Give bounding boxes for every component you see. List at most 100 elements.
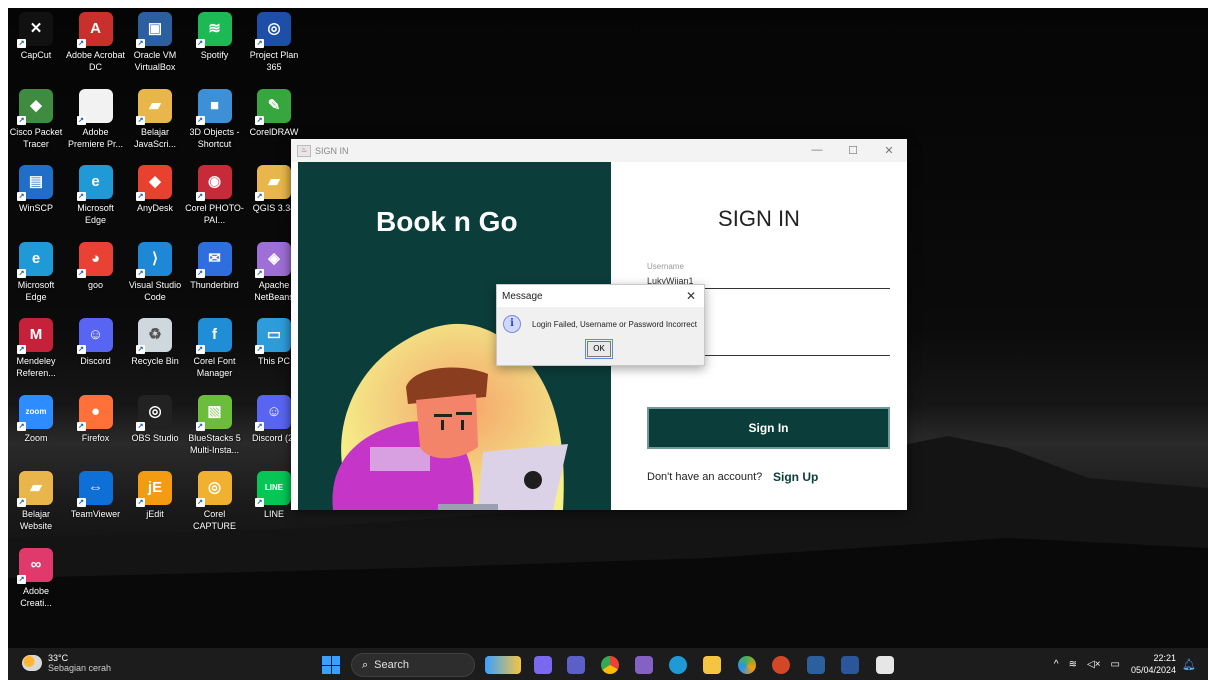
desktop-icon[interactable]: ■ ↗ 3D Objects - Shortcut <box>185 87 245 150</box>
wifi-icon[interactable]: ≋ <box>1069 659 1077 670</box>
java-app-icon[interactable] <box>876 656 894 674</box>
shortcut-arrow-icon: ↗ <box>195 39 205 48</box>
powerpoint-icon[interactable] <box>772 656 790 674</box>
app-icon: f ↗ <box>195 318 232 354</box>
ok-button[interactable]: OK <box>585 339 613 359</box>
desktop-icon[interactable]: jE ↗ jEdit <box>125 469 185 520</box>
desktop-icon[interactable]: ∞ ↗ Adobe Creati... <box>8 546 66 609</box>
shortcut-arrow-icon: ↗ <box>17 421 26 431</box>
app-icon: ⟩ ↗ <box>136 241 172 278</box>
minimize-button[interactable]: — <box>799 144 835 157</box>
copilot-icon[interactable] <box>534 656 552 674</box>
desktop-icon-label: jEdit <box>146 509 164 519</box>
shortcut-arrow-icon: ↗ <box>255 345 264 354</box>
clock[interactable]: 22:21 05/04/2024 <box>1131 652 1176 676</box>
teams-icon[interactable] <box>567 656 585 674</box>
shortcut-arrow-icon: ↗ <box>255 268 264 278</box>
desktop-icon[interactable]: ◉ ↗ Corel PHOTO-PAI... <box>185 163 245 226</box>
word-icon[interactable] <box>841 656 859 674</box>
app-icon: ▰ ↗ <box>136 88 172 125</box>
desktop-icon[interactable]: M ↗ Mendeley Referen... <box>8 316 66 379</box>
chevron-up-icon[interactable]: ^ <box>1054 659 1059 670</box>
desktop-icon[interactable]: zoom ↗ Zoom <box>8 393 66 444</box>
desktop-icon[interactable]: ◆ ↗ AnyDesk <box>125 163 185 214</box>
desktop-icon[interactable]: ▤ ↗ WinSCP <box>8 163 66 214</box>
desktop-icon[interactable]: e ↗ Microsoft Edge <box>8 240 66 303</box>
signup-link[interactable]: Sign Up <box>773 470 818 484</box>
search-icon: ⌕ <box>362 658 369 671</box>
edge-icon[interactable] <box>669 656 687 674</box>
clock-date: 05/04/2024 <box>1130 665 1177 675</box>
desktop-icon[interactable]: ◎ ↗ Project Plan 365 <box>244 10 304 73</box>
desktop-icon[interactable]: ◎ ↗ Corel CAPTURE <box>185 469 245 532</box>
desktop-icon[interactable]: A ↗ Adobe Acrobat DC <box>66 10 126 73</box>
desktop-icon[interactable]: ✎ ↗ CorelDRAW <box>244 87 304 138</box>
desktop-icon-label: goo <box>87 279 104 290</box>
desktop-icon[interactable]: ▰ ↗ Belajar Website <box>8 469 66 532</box>
desktop-icon[interactable]: ♻ ↗ Recycle Bin <box>125 316 185 367</box>
desktop-icon[interactable]: ⟩ ↗ Visual Studio Code <box>125 240 185 303</box>
app-icon: LINE ↗ <box>255 471 291 507</box>
visual-studio-icon[interactable] <box>635 656 653 674</box>
app-icon: ▧ ↗ <box>195 394 232 431</box>
app-icon: ◆ ↗ <box>136 165 172 201</box>
desktop-icon-label: Corel Font Manager <box>193 356 236 378</box>
desktop-icon[interactable]: ● ↗ Firefox <box>66 393 126 444</box>
shortcut-arrow-icon: ↗ <box>76 421 86 431</box>
desktop-icon[interactable]: ☺ ↗ Discord <box>66 316 126 367</box>
maximize-button[interactable]: ☐ <box>835 144 871 157</box>
desktop-icon[interactable]: e ↗ Microsoft Edge <box>66 163 126 226</box>
desktop-icon[interactable]: ▰ ↗ Belajar JavaScri... <box>125 87 185 150</box>
chrome-icon[interactable] <box>601 656 619 674</box>
desktop-icon-label: Microsoft Edge <box>77 203 114 225</box>
shortcut-arrow-icon: ↗ <box>17 268 26 278</box>
widgets-icon[interactable] <box>485 656 521 674</box>
desktop-icon-label: Discord <box>80 356 111 366</box>
app-icon: ≋ ↗ <box>195 12 232 48</box>
shortcut-arrow-icon: ↗ <box>76 39 86 48</box>
app-icon: ▭ ↗ <box>255 318 291 354</box>
search-box[interactable]: ⌕ Search <box>351 653 475 677</box>
app-icon: ✎ ↗ <box>255 88 291 125</box>
shortcut-arrow-icon: ↗ <box>76 345 86 354</box>
desktop-icon[interactable]: ✉ ↗ Thunderbird <box>185 240 245 291</box>
desktop-icon[interactable]: ◕ ↗ goo <box>66 240 126 291</box>
desktop-icon[interactable]: ◆ ↗ Cisco Packet Tracer <box>8 87 66 150</box>
shortcut-arrow-icon: ↗ <box>195 421 205 431</box>
desktop-icon[interactable]: ▣ ↗ Oracle VM VirtualBox <box>125 10 185 73</box>
app-icon: ◉ ↗ <box>195 165 232 201</box>
desktop-icon[interactable]: ✕ ↗ CapCut <box>8 10 66 61</box>
desktop-icon-label: Corel CAPTURE <box>192 509 236 531</box>
app-icon: ♻ ↗ <box>136 318 172 354</box>
desktop-icon[interactable]: ≋ ↗ Spotify <box>185 10 245 61</box>
desktop-icon[interactable]: ▧ ↗ BlueStacks 5 Multi-Insta... <box>185 393 245 456</box>
close-button[interactable]: ✕ <box>871 144 907 157</box>
desktop-icon-label: Spotify <box>200 50 229 60</box>
desktop-icon[interactable]: ⇔ ↗ TeamViewer <box>66 469 126 520</box>
app-icon: ↗ <box>76 88 113 125</box>
desktop-icon[interactable]: f ↗ Corel Font Manager <box>185 316 245 379</box>
volume-icon[interactable]: ◁× <box>1087 659 1101 670</box>
app-icon: ◈ ↗ <box>255 241 291 278</box>
desktop-icon-label: Corel PHOTO-PAI... <box>185 203 244 225</box>
virtualbox-icon[interactable] <box>807 656 825 674</box>
shortcut-arrow-icon: ↗ <box>17 192 26 201</box>
shortcut-arrow-icon: ↗ <box>136 498 145 507</box>
app-icon: ⇔ ↗ <box>76 471 113 507</box>
notification-bell-icon[interactable]: 🔔︎ <box>1182 658 1196 671</box>
file-explorer-icon[interactable] <box>703 656 721 674</box>
shortcut-arrow-icon: ↗ <box>195 268 205 278</box>
shortcut-arrow-icon: ↗ <box>136 421 145 431</box>
weather-widget[interactable]: 33°C Sebagian cerah <box>22 653 111 673</box>
desktop-icon[interactable]: ↗ Adobe Premiere Pr... <box>66 87 126 150</box>
desktop-icon-label: Cisco Packet Tracer <box>9 126 63 149</box>
colorful-app-icon[interactable] <box>738 656 756 674</box>
battery-icon[interactable]: ▭ <box>1111 659 1120 670</box>
start-button[interactable] <box>322 656 340 674</box>
dialog-title: Message <box>502 290 543 302</box>
system-tray: ^ ≋ ◁× ▭ 22:21 05/04/2024 🔔︎ <box>1049 652 1196 676</box>
dialog-close-button[interactable]: ✕ <box>678 289 704 303</box>
weather-text: Sebagian cerah <box>48 663 112 673</box>
desktop-icon[interactable]: ◎ ↗ OBS Studio <box>125 393 185 444</box>
signin-button[interactable]: Sign In <box>647 407 890 449</box>
